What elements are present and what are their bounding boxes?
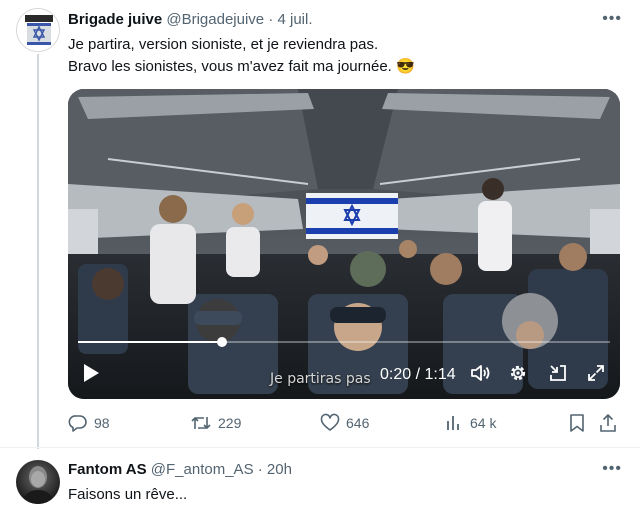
play-icon xyxy=(84,364,99,382)
share-icon xyxy=(600,414,616,432)
settings-button[interactable] xyxy=(508,363,530,387)
tweet-action-bar: 98 229 646 64 k xyxy=(68,412,620,434)
reply-icon xyxy=(68,415,87,432)
tweet-text-line-1: Faisons un rêve... xyxy=(68,486,188,503)
volume-button[interactable] xyxy=(470,363,492,387)
separator-dot: · xyxy=(257,461,263,478)
user-handle[interactable]: @Brigadejuive xyxy=(166,11,264,28)
retweet-icon xyxy=(191,417,211,429)
tweet-text-line-2: Bravo les sionistes, vous m'avez fait ma… xyxy=(68,58,415,75)
picture-in-picture-button[interactable] xyxy=(548,363,570,387)
thread-connector-line xyxy=(37,54,39,449)
views-button[interactable]: 64 k xyxy=(444,412,496,434)
video-progress-knob[interactable] xyxy=(216,337,227,347)
more-options-icon[interactable]: ••• xyxy=(602,460,622,478)
play-button[interactable] xyxy=(82,363,104,387)
retweet-button[interactable]: 229 xyxy=(190,412,241,434)
video-progress-bar[interactable] xyxy=(78,337,610,347)
reply-button[interactable]: 98 xyxy=(68,412,110,434)
avatar[interactable] xyxy=(16,460,60,504)
tweet-brigade-juive[interactable]: Brigade juive @Brigadejuive · 4 juil. ••… xyxy=(0,0,640,449)
like-count: 646 xyxy=(346,415,370,431)
timestamp[interactable]: 20h xyxy=(267,461,292,478)
video-progress-fill xyxy=(78,341,222,343)
fullscreen-button[interactable] xyxy=(586,363,608,387)
volume-icon xyxy=(471,365,490,381)
views-chart-icon xyxy=(447,416,459,430)
share-button[interactable] xyxy=(598,412,624,434)
video-frame-airplane-cabin xyxy=(68,89,620,399)
heart-icon xyxy=(320,413,340,431)
tweet-fantom-as[interactable]: Fantom AS @F_antom_AS · 20h ••• Faisons … xyxy=(0,447,640,515)
display-name[interactable]: Brigade juive xyxy=(68,11,162,28)
fullscreen-icon xyxy=(588,365,604,381)
user-handle[interactable]: @F_antom_AS xyxy=(151,461,254,478)
avatar[interactable] xyxy=(16,8,60,52)
reply-count: 98 xyxy=(94,415,110,431)
retweet-count: 229 xyxy=(218,415,242,431)
video-time-readout: 0:20 / 1:14 xyxy=(380,366,456,383)
more-options-icon[interactable]: ••• xyxy=(602,10,622,28)
view-count: 64 k xyxy=(470,415,497,431)
display-name[interactable]: Fantom AS xyxy=(68,461,147,478)
tweet-header: Brigade juive @Brigadejuive · 4 juil. xyxy=(68,10,313,30)
tweet-text-line-1: Je partira, version sioniste, et je revi… xyxy=(68,36,379,53)
timestamp[interactable]: 4 juil. xyxy=(278,11,313,28)
like-button[interactable]: 646 xyxy=(320,412,369,434)
star-of-david-banner-icon xyxy=(17,9,59,51)
separator-dot: · xyxy=(268,11,274,28)
settings-gear-icon xyxy=(510,365,526,381)
dark-portrait-avatar xyxy=(22,466,54,504)
video-subtitle: Je partiras pas xyxy=(270,371,371,387)
tweet-header: Fantom AS @F_antom_AS · 20h xyxy=(68,460,292,480)
bookmark-button[interactable] xyxy=(568,412,592,434)
bookmark-icon xyxy=(570,414,584,432)
picture-in-picture-icon xyxy=(550,365,566,381)
video-player[interactable]: Je partiras pas 0:20 / 1:14 xyxy=(68,89,620,399)
